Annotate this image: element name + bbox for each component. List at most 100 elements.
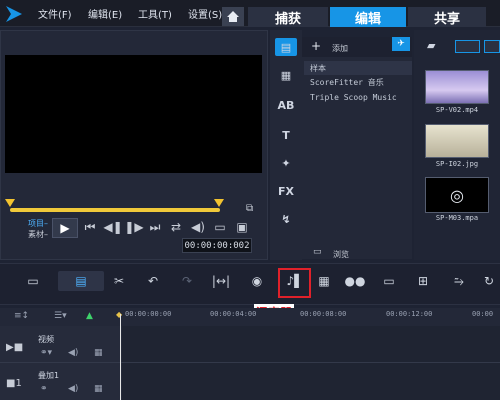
menu-edit[interactable]: 编辑(E): [88, 6, 122, 21]
browse-icon[interactable]: ▭: [313, 247, 322, 257]
menu-tools[interactable]: 工具(T): [138, 6, 172, 21]
path-icon: ↯: [281, 212, 291, 226]
ruler-tick: 00:00:04:00: [210, 310, 257, 318]
next-frame-button[interactable]: ❚▶: [124, 218, 144, 236]
grid-icon[interactable]: ▦: [94, 348, 103, 358]
timeline-view-icon: ▤: [75, 274, 87, 288]
pin-button[interactable]: ✈: [392, 37, 410, 51]
media-thumb-image[interactable]: [425, 124, 489, 158]
view-toggle-button-2[interactable]: [484, 40, 500, 53]
resize-icon[interactable]: ⧉: [246, 203, 253, 214]
fx-icon: FX: [278, 184, 294, 198]
disc-icon: ◎: [450, 185, 464, 205]
trim-end-handle[interactable]: [214, 199, 224, 207]
record-button[interactable]: ◉: [246, 271, 268, 291]
tab-edit[interactable]: 编辑: [330, 7, 406, 27]
prev-frame-button[interactable]: ◀❚: [103, 218, 123, 236]
video-preview: [5, 55, 262, 173]
filter-button[interactable]: FX: [275, 182, 297, 200]
video-track-name: 视频: [38, 335, 54, 344]
home-icon: [227, 11, 239, 22]
playhead-line[interactable]: [120, 314, 121, 400]
link-icon[interactable]: ⚭: [40, 384, 48, 394]
skip-start-icon: ⏮: [84, 219, 96, 234]
path-button[interactable]: ↯: [275, 210, 297, 228]
go-start-button[interactable]: ⏮: [80, 218, 100, 236]
project-mode-label[interactable]: 项目–: [28, 218, 48, 229]
clip-mode-label[interactable]: 素材–: [28, 229, 48, 240]
instant-project-button[interactable]: ▦: [275, 66, 297, 84]
speaker-icon[interactable]: ◀): [68, 348, 78, 358]
browse-label[interactable]: 浏览: [333, 249, 349, 260]
menu-file[interactable]: 文件(F): [38, 6, 72, 21]
redo-icon: ↷: [181, 274, 193, 288]
home-button[interactable]: [222, 7, 244, 26]
track-area[interactable]: [122, 326, 500, 400]
tab-capture[interactable]: 捕获: [248, 7, 328, 27]
undo-button[interactable]: ↶: [142, 271, 164, 291]
menu-settings[interactable]: 设置(S): [188, 6, 222, 21]
media-thumb-audio[interactable]: ◎: [425, 177, 489, 213]
multi-trim-button[interactable]: ▦: [313, 271, 335, 291]
speaker-icon: ◀): [191, 220, 205, 234]
link-icon[interactable]: ⚭▾: [40, 348, 52, 358]
library-item-sample[interactable]: 样本: [304, 61, 412, 75]
ruler-tick: 00:00: [472, 310, 494, 318]
timecode-display[interactable]: 00:00:00:002: [182, 238, 252, 253]
tools-button[interactable]: ✂: [108, 271, 130, 291]
go-end-button[interactable]: ⏭: [145, 218, 165, 236]
subtitle-button[interactable]: ▭: [378, 271, 400, 291]
app-logo-icon: [6, 6, 22, 22]
tab-share[interactable]: 共享: [408, 7, 486, 27]
zoom-icon: ▣: [236, 220, 248, 234]
hd-icon: ▭: [214, 220, 226, 234]
track-motion-icon: ⥲: [454, 273, 464, 288]
grid-icon[interactable]: ▦: [94, 384, 103, 394]
ruler-tick: 00:00:12:00: [386, 310, 433, 318]
folder-icon[interactable]: ▰: [427, 39, 435, 52]
step-back-icon: ◀❚: [103, 220, 123, 234]
media-caption: SP-I02.jpg: [435, 160, 479, 168]
split-screen-icon: ⊞: [417, 274, 429, 288]
graphics-icon: ✦: [281, 156, 291, 170]
storyboard-view-button[interactable]: ▭: [22, 271, 44, 291]
repeat-button[interactable]: ⇄: [166, 218, 186, 236]
preview-size-button[interactable]: ▣: [232, 218, 252, 236]
title-button[interactable]: T: [275, 126, 297, 144]
speaker-icon[interactable]: ◀): [68, 384, 78, 394]
skip-end-icon: ⏭: [149, 219, 161, 234]
library-item-scorefitter[interactable]: ScoreFitter 音乐: [304, 75, 412, 89]
add-label[interactable]: 添加: [332, 43, 348, 54]
library-item-triple-scoop[interactable]: Triple Scoop Music: [304, 90, 412, 104]
media-caption: SP-M03.mpa: [435, 214, 479, 222]
fit-button[interactable]: |↔|: [210, 271, 232, 291]
media-icon: ▤: [280, 40, 292, 54]
volume-button[interactable]: ◀): [188, 218, 208, 236]
scrub-bar[interactable]: [10, 208, 220, 212]
chapter-list-icon[interactable]: ☰▾: [54, 311, 67, 321]
motion-button[interactable]: ●●: [344, 271, 366, 291]
media-category-button[interactable]: ▤: [275, 38, 297, 56]
add-icon[interactable]: +: [311, 39, 321, 53]
rotate-icon: ↻: [483, 274, 495, 288]
undo-icon: ↶: [147, 274, 159, 288]
transition-button[interactable]: AB: [275, 96, 297, 114]
timeline-view-button[interactable]: ▤: [58, 271, 104, 291]
fit-icon: |↔|: [211, 274, 231, 288]
film-icon: ▦: [280, 68, 292, 82]
graphics-button[interactable]: ✦: [275, 154, 297, 172]
rotate-button[interactable]: ↻: [478, 271, 500, 291]
film-strip-icon: ▭: [27, 274, 39, 288]
media-thumb-video[interactable]: [425, 70, 489, 104]
trim-start-handle[interactable]: [5, 199, 15, 207]
split-screen-button[interactable]: ⊞: [412, 271, 434, 291]
add-marker-icon[interactable]: ▲: [86, 311, 93, 321]
ab-icon: AB: [277, 98, 295, 112]
play-button[interactable]: ▶: [52, 218, 78, 238]
redo-button[interactable]: ↷: [176, 271, 198, 291]
aspect-button[interactable]: ▭: [210, 218, 230, 236]
track-manager-icon[interactable]: ≡↕: [14, 311, 29, 321]
view-toggle-button[interactable]: [455, 40, 480, 53]
title-t-icon: T: [282, 128, 290, 142]
track-motion-button[interactable]: ⥲: [448, 271, 470, 291]
